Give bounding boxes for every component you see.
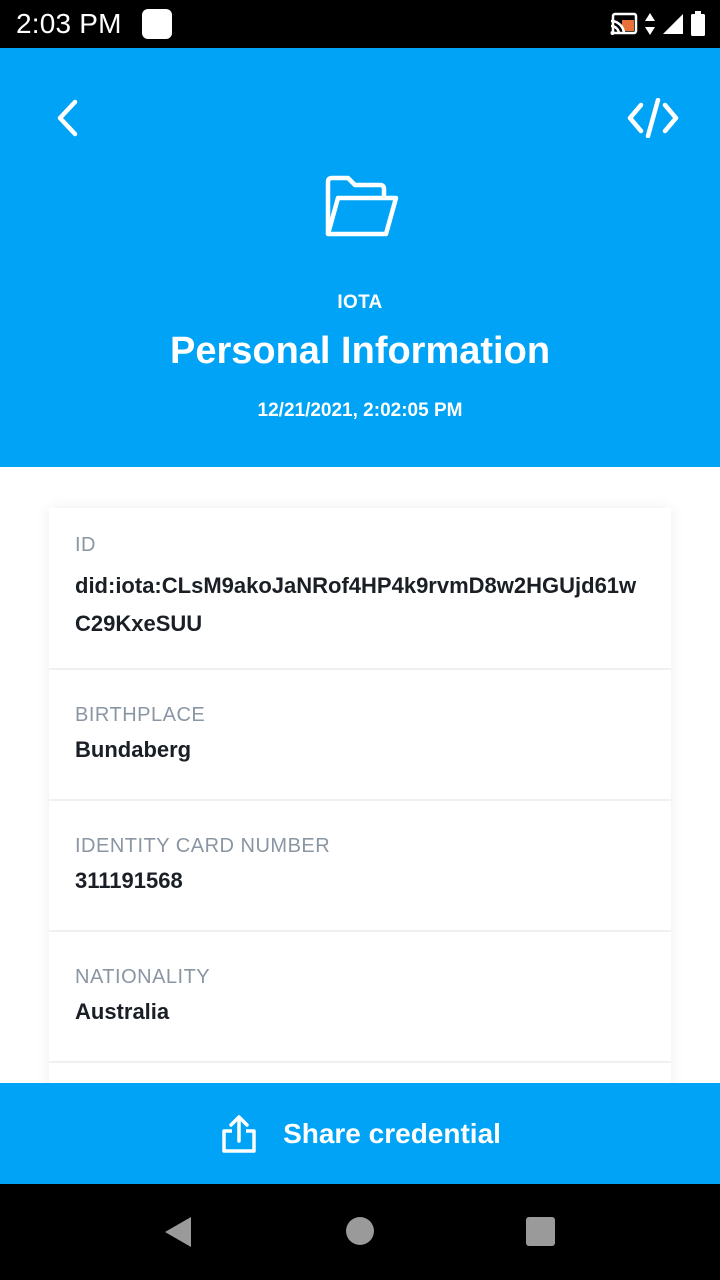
credential-header: IOTA Personal Information 12/21/2021, 2:… [0, 48, 720, 467]
share-credential-label: Share credential [283, 1117, 501, 1149]
credential-timestamp: 12/21/2021, 2:02:05 PM [257, 400, 463, 421]
nav-home-icon[interactable] [346, 1217, 374, 1245]
field-value: Bundaberg [75, 737, 192, 762]
folder-open-icon [325, 175, 399, 237]
notification-app-icon [142, 9, 172, 39]
cast-icon [610, 12, 638, 35]
field-id: ID did:iota:CLsM9akoJaNRof4HP4k9rvmD8w2H… [49, 508, 671, 670]
battery-icon [691, 11, 705, 36]
field-value: 311191568 [75, 868, 183, 893]
share-upload-icon [222, 1114, 256, 1153]
field-label: NATIONALITY [75, 966, 211, 988]
field-value: Australia [75, 999, 170, 1024]
status-icons [610, 10, 706, 38]
field-label: BIRTHPLACE [75, 704, 206, 726]
issuer-name: IOTA [337, 292, 383, 313]
page-title: Personal Information [169, 330, 551, 372]
nav-recents-icon[interactable] [526, 1217, 555, 1246]
share-credential-button[interactable]: Share credential [0, 1083, 720, 1184]
chevron-left-icon [57, 99, 78, 137]
field-label: ID [75, 534, 96, 556]
signal-icon [663, 14, 683, 34]
data-arrows-icon [645, 13, 655, 35]
code-icon [627, 98, 679, 138]
status-bar: 2:03 PM [0, 0, 720, 48]
code-view-button[interactable] [622, 92, 684, 144]
nav-back-icon[interactable] [163, 1216, 193, 1248]
field-label: IDENTITY CARD NUMBER [75, 835, 331, 857]
field-value: did:iota:CLsM9akoJaNRof4HP4k9rvmD8w2HGUj… [75, 573, 637, 636]
credential-fields-card: ID did:iota:CLsM9akoJaNRof4HP4k9rvmD8w2H… [49, 508, 671, 1088]
back-button[interactable] [44, 94, 92, 142]
field-identity-card-number: IDENTITY CARD NUMBER 311191568 [49, 801, 671, 932]
field-nationality: NATIONALITY Australia [49, 932, 671, 1063]
field-birthplace: BIRTHPLACE Bundaberg [49, 670, 671, 801]
status-time: 2:03 PM [16, 8, 122, 39]
